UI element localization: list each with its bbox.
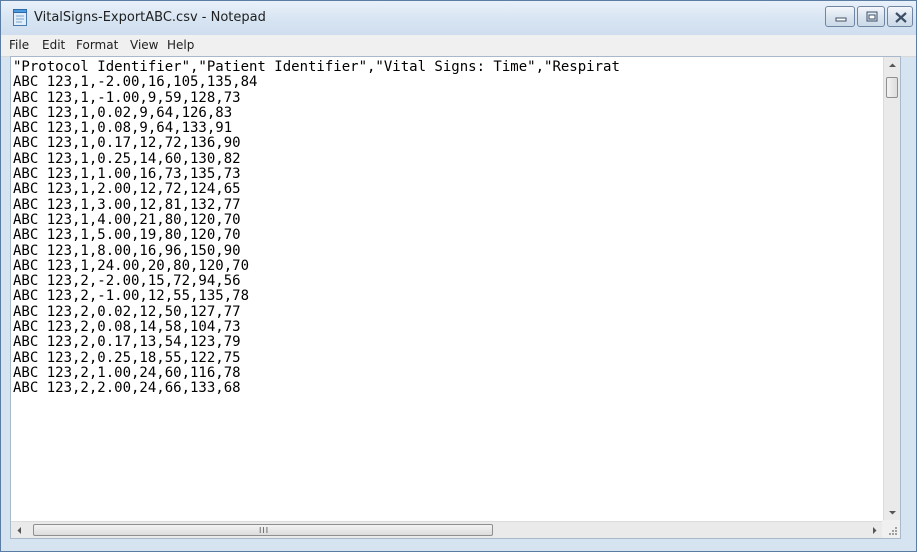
- text-line: ABC 123,2,0.17,13,54,123,79: [13, 334, 241, 351]
- text-line: ABC 123,1,8.00,16,96,150,90: [13, 242, 241, 259]
- menu-file[interactable]: File: [9, 38, 29, 52]
- text-line: ABC 123,1,0.08,9,64,133,91: [13, 120, 233, 137]
- scroll-left-button[interactable]: [11, 522, 28, 538]
- horizontal-scrollbar[interactable]: III: [11, 521, 883, 538]
- minimize-button[interactable]: [825, 6, 855, 27]
- window-title: VitalSigns-ExportABC.csv - Notepad: [34, 10, 266, 25]
- text-line: ABC 123,2,-1.00,12,55,135,78: [13, 288, 250, 305]
- text-line: ABC 123,2,2.00,24,66,133,68: [13, 380, 241, 397]
- notepad-window: VitalSigns-ExportABC.csv - Notepad File …: [0, 0, 917, 552]
- text-line: ABC 123,2,1.00,24,60,116,78: [13, 364, 241, 381]
- text-line: ABC 123,1,-1.00,9,59,128,73: [13, 89, 241, 106]
- menu-view[interactable]: View: [130, 38, 158, 52]
- text-line: ABC 123,1,4.00,21,80,120,70: [13, 211, 241, 228]
- text-line: ABC 123,1,2.00,12,72,124,65: [13, 181, 241, 198]
- text-line: ABC 123,1,24.00,20,80,120,70: [13, 257, 250, 274]
- scroll-up-button[interactable]: [884, 57, 900, 74]
- close-icon: [895, 12, 907, 23]
- scroll-down-icon: [889, 511, 896, 515]
- horizontal-scroll-thumb[interactable]: III: [33, 524, 493, 536]
- scroll-right-button[interactable]: [866, 522, 883, 538]
- notepad-icon: [12, 9, 28, 26]
- text-line: "Protocol Identifier","Patient Identifie…: [13, 59, 620, 75]
- vertical-scroll-thumb[interactable]: [886, 77, 898, 98]
- close-button[interactable]: [887, 6, 913, 27]
- minimize-icon: [835, 17, 847, 22]
- text-line: ABC 123,2,0.08,14,58,104,73: [13, 319, 241, 336]
- text-line: ABC 123,1,1.00,16,73,135,73: [13, 166, 241, 183]
- vertical-scrollbar[interactable]: [883, 57, 900, 521]
- text-line: ABC 123,1,3.00,12,81,132,77: [13, 196, 241, 213]
- text-editor[interactable]: "Protocol Identifier","Patient Identifie…: [10, 56, 901, 539]
- text-line: ABC 123,1,5.00,19,80,120,70: [13, 227, 241, 244]
- scroll-down-button[interactable]: [884, 504, 900, 521]
- scroll-grip: III: [259, 526, 270, 535]
- scroll-right-icon: [873, 527, 877, 534]
- maximize-icon: [866, 11, 878, 22]
- menu-format[interactable]: Format: [76, 38, 118, 52]
- title-bar[interactable]: VitalSigns-ExportABC.csv - Notepad: [1, 1, 916, 35]
- text-line: ABC 123,2,0.02,12,50,127,77: [13, 303, 241, 320]
- scroll-up-icon: [889, 63, 896, 67]
- maximize-button[interactable]: [857, 6, 885, 27]
- size-grip[interactable]: [882, 520, 900, 538]
- scroll-left-icon: [17, 527, 21, 534]
- text-line: ABC 123,1,0.25,14,60,130,82: [13, 150, 241, 167]
- text-line: ABC 123,2,-2.00,15,72,94,56: [13, 273, 241, 290]
- text-content[interactable]: "Protocol Identifier","Patient Identifie…: [13, 57, 893, 522]
- menu-bar: File Edit Format View Help: [1, 35, 916, 57]
- text-line: ABC 123,1,-2.00,16,105,135,84: [13, 74, 258, 91]
- text-line: ABC 123,2,0.25,18,55,122,75: [13, 349, 241, 366]
- text-line: ABC 123,1,0.17,12,72,136,90: [13, 135, 241, 152]
- menu-help[interactable]: Help: [167, 38, 194, 52]
- menu-edit[interactable]: Edit: [42, 38, 65, 52]
- text-line: ABC 123,1,0.02,9,64,126,83: [13, 104, 233, 121]
- resize-grip-icon: [889, 527, 897, 535]
